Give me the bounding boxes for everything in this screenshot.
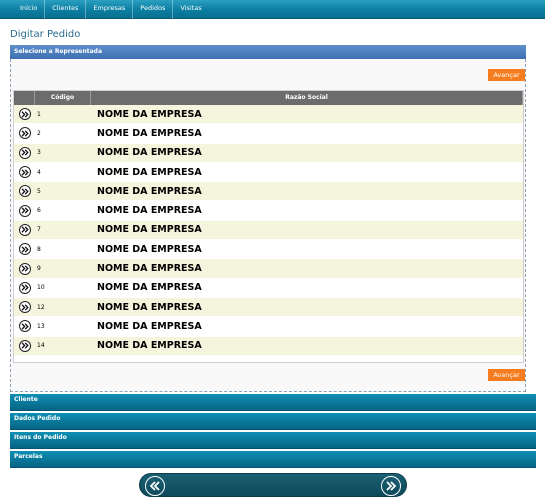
row-code: 8 bbox=[37, 245, 41, 253]
table-row[interactable]: 13 NOME DA EMPRESA bbox=[14, 317, 523, 337]
double-chevron-right-icon[interactable] bbox=[18, 301, 31, 314]
row-code: 13 bbox=[37, 322, 45, 330]
nav-item-empresas[interactable]: Empresas bbox=[86, 0, 134, 19]
row-code: 1 bbox=[37, 110, 41, 118]
nav-item-inicio[interactable]: Início bbox=[13, 0, 46, 19]
double-chevron-right-icon[interactable] bbox=[18, 108, 31, 121]
row-select-cell bbox=[14, 146, 35, 159]
row-select-cell bbox=[14, 185, 35, 198]
accordion-dados-pedido[interactable]: Dados Pedido bbox=[10, 413, 536, 430]
row-company-name: NOME DA EMPRESA bbox=[97, 263, 202, 275]
double-chevron-right-icon[interactable] bbox=[18, 185, 31, 198]
row-company-name: NOME DA EMPRESA bbox=[97, 166, 202, 178]
table-row[interactable]: 5 NOME DA EMPRESA bbox=[14, 182, 523, 202]
table-header: Código Razão Social bbox=[14, 91, 523, 105]
table-row[interactable]: 4 NOME DA EMPRESA bbox=[14, 163, 523, 183]
bottom-pager bbox=[139, 473, 407, 497]
table-row[interactable]: 3 NOME DA EMPRESA bbox=[14, 143, 523, 163]
row-code: 9 bbox=[37, 265, 41, 273]
row-company-name: NOME DA EMPRESA bbox=[97, 127, 202, 139]
row-code: 14 bbox=[37, 342, 45, 350]
row-select-cell bbox=[14, 281, 35, 294]
table-row[interactable]: 6 NOME DA EMPRESA bbox=[14, 201, 523, 221]
table-row[interactable]: 1 NOME DA EMPRESA bbox=[14, 105, 523, 125]
row-select-cell bbox=[14, 339, 35, 352]
accordion-parcelas[interactable]: Parcelas bbox=[10, 451, 536, 468]
double-chevron-right-icon[interactable] bbox=[381, 476, 401, 496]
accordion-itens-pedido[interactable]: Itens do Pedido bbox=[10, 432, 536, 449]
row-code: 5 bbox=[37, 187, 41, 195]
row-code: 12 bbox=[37, 303, 45, 311]
table-row[interactable]: 8 NOME DA EMPRESA bbox=[14, 240, 523, 260]
row-select-cell bbox=[14, 320, 35, 333]
top-nav: Início Clientes Empresas Pedidos Visitas bbox=[0, 0, 545, 19]
double-chevron-right-icon[interactable] bbox=[18, 281, 31, 294]
row-company-name: NOME DA EMPRESA bbox=[97, 282, 202, 294]
row-select-cell bbox=[14, 166, 35, 179]
row-code: 4 bbox=[37, 168, 41, 176]
row-code: 7 bbox=[37, 226, 41, 234]
row-select-cell bbox=[14, 127, 35, 140]
accordion-cliente[interactable]: Cliente bbox=[10, 394, 536, 411]
nav-item-pedidos[interactable]: Pedidos bbox=[133, 0, 174, 19]
page-title: Digitar Pedido bbox=[10, 29, 81, 40]
nav-item-visitas[interactable]: Visitas bbox=[173, 0, 208, 19]
nav-item-clientes[interactable]: Clientes bbox=[45, 0, 87, 19]
double-chevron-right-icon[interactable] bbox=[18, 223, 31, 236]
row-company-name: NOME DA EMPRESA bbox=[97, 108, 202, 120]
table-row[interactable]: 10 NOME DA EMPRESA bbox=[14, 279, 523, 298]
table-row[interactable]: 14 NOME DA EMPRESA bbox=[14, 336, 523, 356]
table-row[interactable]: 9 NOME DA EMPRESA bbox=[14, 259, 523, 279]
row-company-name: NOME DA EMPRESA bbox=[97, 224, 202, 236]
double-chevron-right-icon[interactable] bbox=[18, 204, 31, 217]
row-company-name: NOME DA EMPRESA bbox=[97, 147, 202, 159]
row-select-cell bbox=[14, 262, 35, 275]
row-company-name: NOME DA EMPRESA bbox=[97, 301, 202, 313]
row-company-name: NOME DA EMPRESA bbox=[97, 243, 202, 255]
advance-button-top[interactable]: Avançar bbox=[488, 69, 525, 81]
section-header-representada: Selecione a Representada bbox=[10, 45, 526, 59]
row-company-name: NOME DA EMPRESA bbox=[97, 340, 202, 352]
row-select-cell bbox=[14, 204, 35, 217]
double-chevron-right-icon[interactable] bbox=[18, 320, 31, 333]
double-chevron-right-icon[interactable] bbox=[18, 146, 31, 159]
double-chevron-right-icon[interactable] bbox=[18, 262, 31, 275]
double-chevron-right-icon[interactable] bbox=[18, 243, 31, 256]
table-row[interactable]: 2 NOME DA EMPRESA bbox=[14, 124, 523, 144]
header-code: Código bbox=[35, 91, 91, 105]
advance-button-bottom[interactable]: Avançar bbox=[488, 369, 525, 381]
table-row[interactable]: 7 NOME DA EMPRESA bbox=[14, 220, 523, 241]
row-company-name: NOME DA EMPRESA bbox=[97, 185, 202, 197]
double-chevron-right-icon[interactable] bbox=[18, 166, 31, 179]
double-chevron-right-icon[interactable] bbox=[18, 339, 31, 352]
table-body: 1 NOME DA EMPRESA 2 NOME DA EMPRESA 3 NOME DA… bbox=[14, 105, 523, 356]
row-select-cell bbox=[14, 108, 35, 121]
row-code: 6 bbox=[37, 207, 41, 215]
header-select bbox=[14, 91, 35, 105]
row-select-cell bbox=[14, 223, 35, 236]
row-company-name: NOME DA EMPRESA bbox=[97, 320, 202, 332]
table-row[interactable]: 12 NOME DA EMPRESA bbox=[14, 297, 523, 318]
company-table: Código Razão Social 1 NOME DA EMPRESA 2 NOM… bbox=[13, 90, 524, 363]
row-select-cell bbox=[14, 301, 35, 314]
row-code: 2 bbox=[37, 129, 41, 137]
header-name: Razão Social bbox=[91, 91, 523, 105]
row-code: 3 bbox=[37, 149, 41, 157]
row-code: 10 bbox=[37, 284, 45, 292]
row-select-cell bbox=[14, 243, 35, 256]
double-chevron-left-icon[interactable] bbox=[145, 476, 165, 496]
double-chevron-right-icon[interactable] bbox=[18, 127, 31, 140]
row-company-name: NOME DA EMPRESA bbox=[97, 205, 202, 217]
